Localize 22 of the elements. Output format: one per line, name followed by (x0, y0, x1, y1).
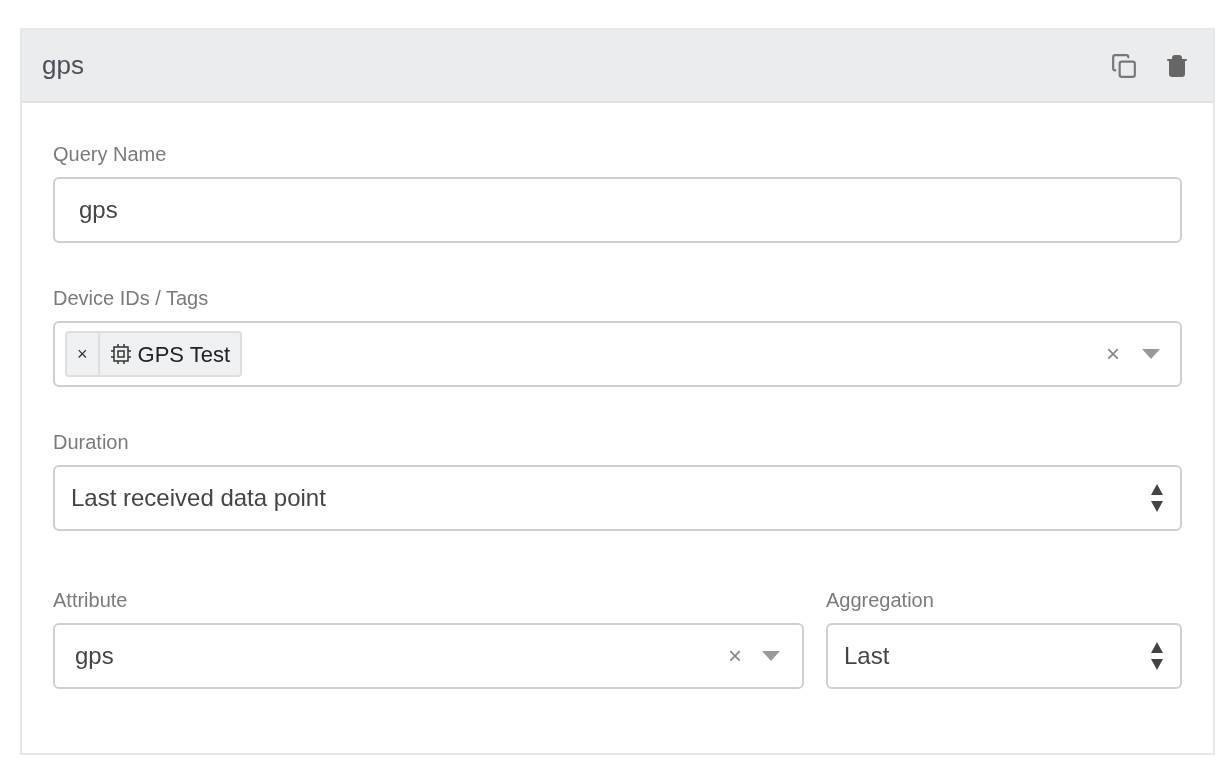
panel-title: gps (42, 49, 84, 82)
field-label: Device IDs / Tags (53, 286, 210, 311)
query-name-field[interactable]: gps (53, 177, 1182, 243)
field-label: Attribute (53, 588, 129, 613)
clear-button[interactable]: × (1106, 336, 1120, 372)
dropdown-caret-icon[interactable] (1142, 349, 1160, 359)
delete-icon[interactable] (1165, 53, 1189, 78)
field-label: Duration (53, 430, 130, 455)
tag-label: GPS Test (137, 340, 231, 369)
field-label: Aggregation (826, 588, 935, 613)
field-label: Query Name (53, 142, 168, 167)
chip-icon (109, 343, 132, 365)
stepper-icon[interactable] (1150, 640, 1164, 672)
aggregation-select[interactable]: Last (826, 623, 1182, 689)
dropdown-caret-icon[interactable] (762, 651, 780, 661)
attribute-select[interactable]: gps × (53, 623, 804, 689)
copy-icon[interactable] (1111, 52, 1137, 79)
clear-button[interactable]: × (728, 638, 742, 674)
tag-remove-button[interactable]: × (67, 333, 100, 375)
duration-select[interactable]: Last received data point (53, 465, 1182, 531)
device-select[interactable]: × GPS Test × (53, 321, 1182, 387)
stepper-icon[interactable] (1150, 482, 1164, 514)
